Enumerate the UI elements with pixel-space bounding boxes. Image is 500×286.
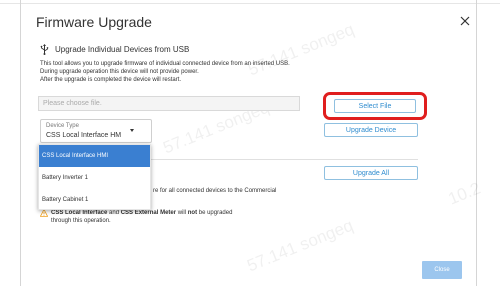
usb-icon (40, 43, 49, 55)
dropdown-option[interactable]: Battery Inverter 1 (39, 167, 150, 189)
dialog-top-border (0, 3, 500, 4)
dialog-right-border (476, 0, 477, 286)
description-line: This tool allows you to upgrade firmware… (40, 61, 290, 67)
warning-text: CSS Local Interface and CSS External Met… (51, 209, 232, 225)
individual-description: This tool allows you to upgrade firmware… (40, 60, 380, 84)
dialog-left-border (20, 0, 21, 286)
individual-section-heading: Upgrade Individual Devices from USB (40, 43, 189, 55)
warning-bold: not (187, 210, 198, 216)
description-line: After the upgrade is completed the devic… (40, 77, 182, 83)
close-button[interactable]: Close (422, 261, 462, 279)
device-type-label: Device Type (46, 123, 79, 129)
dialog: 57.141 songeq 10.2 57.141 songeq 57.141 … (0, 0, 500, 286)
individual-heading-text: Upgrade Individual Devices from USB (55, 44, 190, 54)
chevron-down-icon (130, 129, 134, 132)
watermark: 57.141 songeq (244, 215, 356, 276)
watermark: 10.2 (445, 178, 484, 209)
device-type-dropdown: CSS Local Interface HMI Battery Inverter… (38, 144, 151, 210)
device-type-value: CSS Local Interface HM (46, 132, 122, 139)
upgrade-all-description: re for all connected devices to the Comm… (153, 188, 277, 194)
warning-text-part: be upgraded (197, 210, 233, 216)
warning-text-part: will (176, 210, 188, 216)
warning-text-line2: through this operation. (51, 218, 111, 224)
dropdown-option[interactable]: CSS Local Interface HMI (39, 145, 150, 167)
upgrade-device-button[interactable]: Upgrade Device (324, 123, 418, 137)
file-path-input[interactable]: Please choose file. (38, 96, 300, 111)
warning-note: CSS Local Interface and CSS External Met… (40, 209, 232, 225)
select-file-highlight: Select File (323, 92, 427, 120)
dialog-title: Firmware Upgrade (36, 14, 152, 30)
select-file-button[interactable]: Select File (334, 99, 416, 113)
upgrade-all-button[interactable]: Upgrade All (324, 166, 418, 180)
close-icon[interactable] (458, 14, 472, 28)
device-type-select[interactable]: Device Type CSS Local Interface HM (40, 119, 152, 143)
description-line: During upgrade operation this device wil… (40, 69, 199, 75)
dropdown-option[interactable]: Battery Cabinet 1 (39, 189, 150, 211)
